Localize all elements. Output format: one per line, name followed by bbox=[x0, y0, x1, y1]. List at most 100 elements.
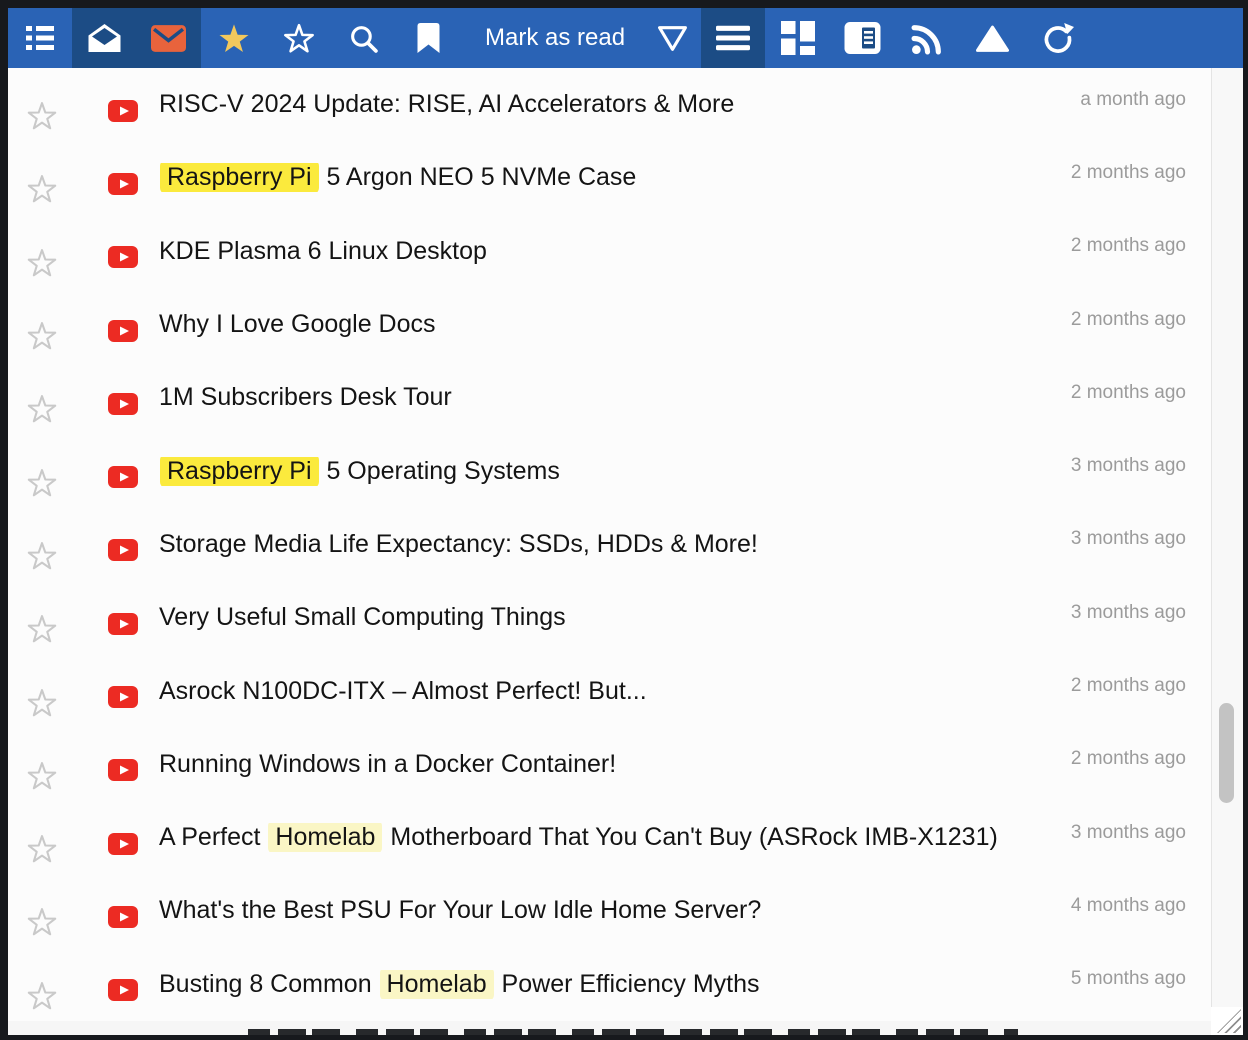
article-age: 3 months ago bbox=[1071, 602, 1211, 624]
star-toggle[interactable] bbox=[8, 100, 76, 131]
list-item[interactable]: KDE Plasma 6 Linux Desktop 2 months ago bbox=[8, 215, 1211, 288]
article-title: Very Useful Small Computing Things bbox=[138, 603, 566, 632]
star-outline-icon bbox=[282, 22, 316, 54]
search-highlight: Raspberry Pi bbox=[160, 457, 319, 486]
star-toggle[interactable] bbox=[8, 687, 76, 718]
list-view-button[interactable] bbox=[8, 8, 72, 68]
article-title: Raspberry Pi 5 Argon NEO 5 NVMe Case bbox=[138, 163, 636, 192]
filter-dropdown-button[interactable] bbox=[643, 8, 701, 68]
article-title: Storage Media Life Expectancy: SSDs, HDD… bbox=[138, 530, 758, 559]
list-item[interactable]: Asrock N100DC-ITX – Almost Perfect! But.… bbox=[8, 654, 1211, 727]
refresh-button[interactable] bbox=[1025, 8, 1090, 68]
article-title: Busting 8 Common Homelab Power Efficienc… bbox=[138, 970, 760, 999]
youtube-play-icon bbox=[76, 979, 138, 1001]
resize-grip-icon[interactable] bbox=[1217, 1009, 1241, 1033]
article-title: Running Windows in a Docker Container! bbox=[138, 750, 616, 779]
article-age: 2 months ago bbox=[1071, 235, 1211, 257]
article-age: 2 months ago bbox=[1071, 382, 1211, 404]
search-highlight: Homelab bbox=[268, 823, 382, 852]
article-title: 1M Subscribers Desk Tour bbox=[138, 383, 452, 412]
read-state-button-group bbox=[72, 8, 201, 68]
scrollbar-thumb[interactable] bbox=[1219, 703, 1234, 803]
youtube-play-icon bbox=[76, 100, 138, 122]
star-outline-icon bbox=[26, 760, 58, 791]
search-icon bbox=[348, 23, 379, 54]
article-age: 5 months ago bbox=[1071, 968, 1211, 990]
reader-view-button[interactable] bbox=[830, 8, 895, 68]
rss-button[interactable] bbox=[895, 8, 960, 68]
star-toggle[interactable] bbox=[8, 393, 76, 424]
star-outline-icon bbox=[26, 980, 58, 1011]
article-list: RISC-V 2024 Update: RISE, AI Accelerator… bbox=[8, 68, 1211, 1035]
clipped-next-row bbox=[8, 1021, 1211, 1035]
list-view-icon bbox=[26, 25, 54, 51]
menu-button[interactable] bbox=[701, 8, 765, 68]
list-item[interactable]: 1M Subscribers Desk Tour 2 months ago bbox=[8, 361, 1211, 434]
star-filled-icon bbox=[216, 21, 252, 55]
star-toggle[interactable] bbox=[8, 467, 76, 498]
star-toggle[interactable] bbox=[8, 906, 76, 937]
search-button[interactable] bbox=[331, 8, 396, 68]
toolbar-spacer bbox=[1090, 8, 1243, 68]
star-toggle[interactable] bbox=[8, 760, 76, 791]
article-title: Raspberry Pi 5 Operating Systems bbox=[138, 457, 560, 486]
article-rows: RISC-V 2024 Update: RISE, AI Accelerator… bbox=[8, 68, 1211, 1021]
article-title: Asrock N100DC-ITX – Almost Perfect! But.… bbox=[138, 677, 647, 706]
mark-as-read-label[interactable]: Mark as read bbox=[461, 8, 643, 68]
unread-envelope-icon bbox=[151, 25, 186, 52]
up-triangle-icon bbox=[976, 24, 1009, 53]
open-envelope-icon bbox=[87, 23, 122, 53]
youtube-play-icon bbox=[76, 246, 138, 268]
star-toggle[interactable] bbox=[8, 320, 76, 351]
article-title: RISC-V 2024 Update: RISE, AI Accelerator… bbox=[138, 90, 734, 119]
youtube-play-icon bbox=[76, 759, 138, 781]
mosaic-layout-button[interactable] bbox=[765, 8, 830, 68]
article-title: What's the Best PSU For Your Low Idle Ho… bbox=[138, 896, 761, 925]
list-item[interactable]: Storage Media Life Expectancy: SSDs, HDD… bbox=[8, 508, 1211, 581]
app-window: Mark as read bbox=[0, 0, 1248, 1040]
flag-starred-button[interactable] bbox=[201, 8, 266, 68]
menu-icon bbox=[716, 24, 750, 52]
star-toggle[interactable] bbox=[8, 247, 76, 278]
list-item[interactable]: RISC-V 2024 Update: RISE, AI Accelerator… bbox=[8, 68, 1211, 141]
list-item[interactable]: Raspberry Pi 5 Operating Systems 3 month… bbox=[8, 434, 1211, 507]
mosaic-layout-icon bbox=[781, 21, 815, 55]
bookmark-button[interactable] bbox=[396, 8, 461, 68]
article-age: 4 months ago bbox=[1071, 895, 1211, 917]
star-outline-icon bbox=[26, 173, 58, 204]
star-toggle[interactable] bbox=[8, 833, 76, 864]
article-age: 2 months ago bbox=[1071, 675, 1211, 697]
list-item[interactable]: Busting 8 Common Homelab Power Efficienc… bbox=[8, 948, 1211, 1021]
scrollbar-track[interactable] bbox=[1211, 68, 1243, 1035]
star-outline-icon bbox=[26, 613, 58, 644]
star-outline-icon bbox=[26, 393, 58, 424]
list-item[interactable]: What's the Best PSU For Your Low Idle Ho… bbox=[8, 874, 1211, 947]
star-outline-icon bbox=[26, 320, 58, 351]
scroll-up-button[interactable] bbox=[960, 8, 1025, 68]
article-age: a month ago bbox=[1080, 89, 1211, 111]
article-age: 3 months ago bbox=[1071, 455, 1211, 477]
star-toggle[interactable] bbox=[8, 980, 76, 1011]
search-highlight: Raspberry Pi bbox=[160, 163, 319, 192]
list-item[interactable]: A Perfect Homelab Motherboard That You C… bbox=[8, 801, 1211, 874]
youtube-play-icon bbox=[76, 539, 138, 561]
clipped-text-fragment bbox=[248, 1029, 1018, 1035]
bookmark-icon bbox=[415, 22, 442, 54]
mark-unread-button[interactable] bbox=[136, 8, 201, 68]
star-toggle[interactable] bbox=[8, 613, 76, 644]
unflag-button[interactable] bbox=[266, 8, 331, 68]
article-age: 2 months ago bbox=[1071, 162, 1211, 184]
star-toggle[interactable] bbox=[8, 540, 76, 571]
list-item[interactable]: Raspberry Pi 5 Argon NEO 5 NVMe Case 2 m… bbox=[8, 141, 1211, 214]
list-item[interactable]: Why I Love Google Docs 2 months ago bbox=[8, 288, 1211, 361]
article-age: 2 months ago bbox=[1071, 748, 1211, 770]
youtube-play-icon bbox=[76, 173, 138, 195]
article-age: 2 months ago bbox=[1071, 309, 1211, 331]
star-outline-icon bbox=[26, 906, 58, 937]
list-item[interactable]: Running Windows in a Docker Container! 2… bbox=[8, 728, 1211, 801]
star-outline-icon bbox=[26, 467, 58, 498]
list-item[interactable]: Very Useful Small Computing Things 3 mon… bbox=[8, 581, 1211, 654]
star-toggle[interactable] bbox=[8, 173, 76, 204]
mark-read-button[interactable] bbox=[72, 8, 136, 68]
youtube-play-icon bbox=[76, 613, 138, 635]
